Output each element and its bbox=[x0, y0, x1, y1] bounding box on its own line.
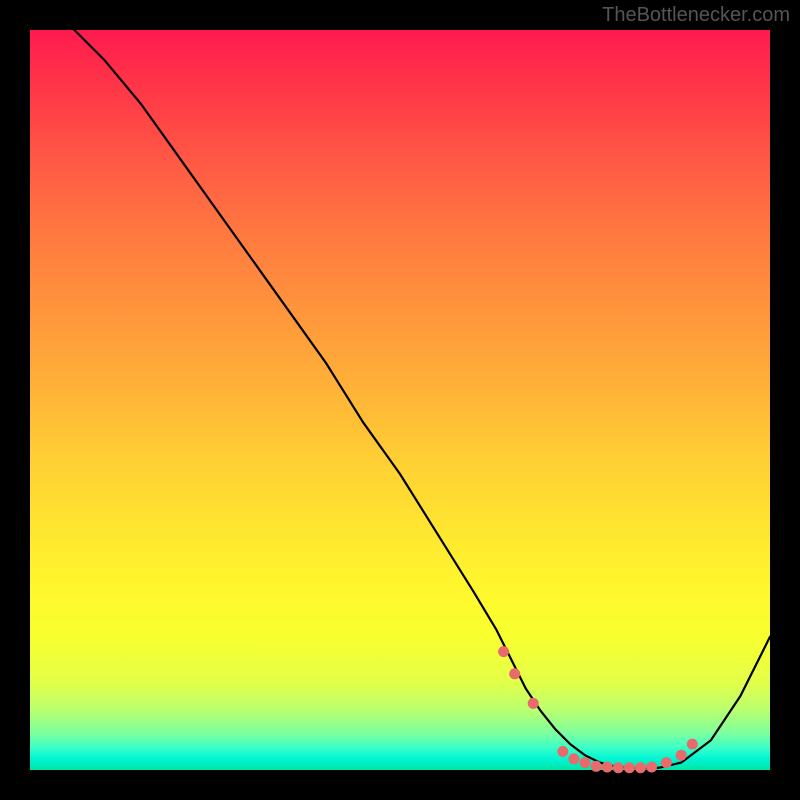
highlight-marker-group bbox=[498, 646, 698, 773]
highlight-marker bbox=[498, 646, 509, 657]
highlight-marker bbox=[624, 762, 635, 773]
bottleneck-curve-line bbox=[74, 30, 770, 769]
highlight-marker bbox=[646, 762, 657, 773]
highlight-marker bbox=[591, 761, 602, 772]
highlight-marker bbox=[635, 762, 646, 773]
watermark-text: TheBottlenecker.com bbox=[602, 4, 790, 27]
highlight-marker bbox=[509, 668, 520, 679]
highlight-marker bbox=[528, 698, 539, 709]
highlight-marker bbox=[557, 746, 568, 757]
highlight-marker bbox=[676, 750, 687, 761]
chart-plot-area bbox=[30, 30, 770, 770]
chart-svg bbox=[30, 30, 770, 770]
highlight-marker bbox=[613, 762, 624, 773]
highlight-marker bbox=[661, 757, 672, 768]
highlight-marker bbox=[568, 753, 579, 764]
highlight-marker bbox=[602, 762, 613, 773]
highlight-marker bbox=[687, 739, 698, 750]
highlight-marker bbox=[580, 757, 591, 768]
